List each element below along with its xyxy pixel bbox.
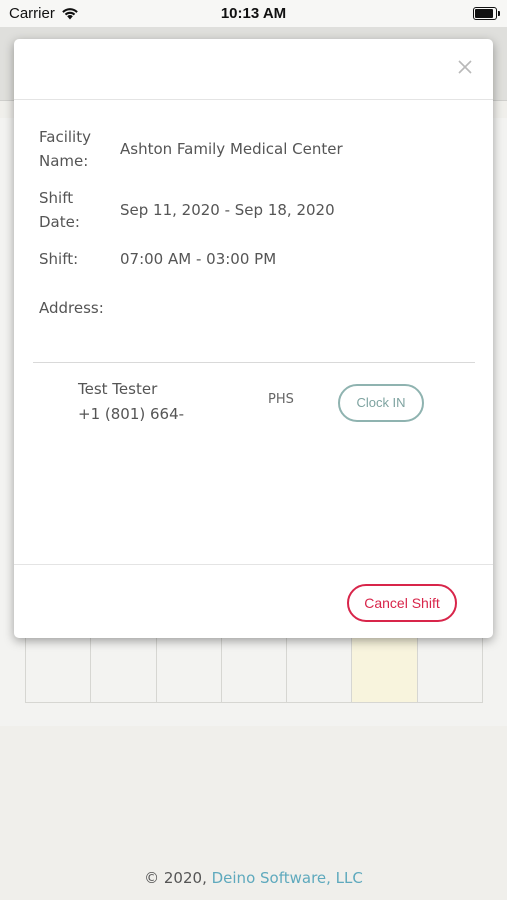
shift-date-label: Shift Date: <box>39 189 80 231</box>
close-icon[interactable] <box>455 57 475 77</box>
battery-level <box>475 9 493 18</box>
calendar-day-cell[interactable] <box>26 638 92 702</box>
address-label: Address: <box>39 299 104 317</box>
battery-icon <box>473 7 500 20</box>
modal-header <box>14 39 493 100</box>
staff-tag: PHS <box>268 392 294 403</box>
staff-phone: +1 (801) 664- <box>78 405 185 423</box>
cancel-shift-button[interactable]: Cancel Shift <box>347 584 457 622</box>
shift-details-modal: Facility Name: Ashton Family Medical Cen… <box>14 39 493 638</box>
status-time: 10:13 AM <box>220 5 287 22</box>
footer: © 2020, Deino Software, LLC <box>0 869 507 887</box>
facility-name-label: Facility Name: <box>39 128 91 170</box>
calendar-day-cell-today[interactable] <box>352 638 418 702</box>
clock-in-button[interactable]: Clock IN <box>338 384 424 422</box>
calendar-week-row <box>25 638 483 703</box>
calendar-day-cell[interactable] <box>91 638 157 702</box>
modal-footer-divider <box>14 564 493 565</box>
copyright-text: © 2020, <box>144 869 212 887</box>
staff-name: Test Tester <box>78 380 158 398</box>
calendar-day-cell[interactable] <box>222 638 288 702</box>
shift-label: Shift: <box>39 250 79 268</box>
facility-name-value: Ashton Family Medical Center <box>120 140 343 158</box>
company-link[interactable]: Deino Software, LLC <box>212 869 363 887</box>
calendar-day-cell[interactable] <box>157 638 222 702</box>
calendar-day-cell[interactable] <box>418 638 483 702</box>
section-divider <box>33 362 475 363</box>
shift-date-value: Sep 11, 2020 - Sep 18, 2020 <box>120 201 335 219</box>
shift-value: 07:00 AM - 03:00 PM <box>120 250 277 268</box>
status-bar: Carrier 10:13 AM <box>0 0 507 27</box>
calendar-day-cell[interactable] <box>287 638 353 702</box>
